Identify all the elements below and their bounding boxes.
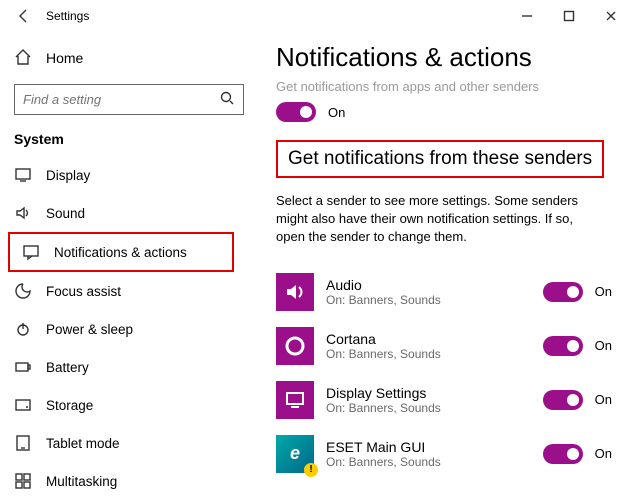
sidebar-item-notifications[interactable]: Notifications & actions bbox=[8, 232, 234, 272]
multitasking-icon bbox=[14, 472, 32, 490]
sender-name: Display Settings bbox=[326, 385, 531, 401]
prev-setting-label: Get notifications from apps and other se… bbox=[276, 79, 612, 94]
sender-toggle-audio[interactable] bbox=[543, 282, 583, 302]
sidebar-item-power-sleep[interactable]: Power & sleep bbox=[0, 310, 258, 348]
sender-toggle-cortana[interactable] bbox=[543, 336, 583, 356]
sidebar-item-label: Display bbox=[46, 168, 90, 183]
section-description: Select a sender to see more settings. So… bbox=[276, 192, 596, 247]
sidebar-item-battery[interactable]: Battery bbox=[0, 348, 258, 386]
battery-icon bbox=[14, 358, 32, 376]
display-settings-app-icon bbox=[276, 381, 314, 419]
page-title: Notifications & actions bbox=[276, 42, 612, 73]
sidebar-group-title: System bbox=[0, 125, 258, 157]
cortana-app-icon bbox=[276, 327, 314, 365]
sender-name: Audio bbox=[326, 277, 531, 293]
sidebar-item-label: Multitasking bbox=[46, 474, 117, 489]
sidebar-item-label: Focus assist bbox=[46, 284, 121, 299]
back-icon[interactable] bbox=[14, 8, 34, 24]
search-icon bbox=[219, 90, 235, 109]
home-nav[interactable]: Home bbox=[0, 40, 258, 76]
search-box[interactable] bbox=[14, 84, 244, 114]
sender-name: ESET Main GUI bbox=[326, 439, 531, 455]
focus-assist-icon bbox=[14, 282, 32, 300]
close-button[interactable] bbox=[590, 1, 632, 31]
sender-sub: On: Banners, Sounds bbox=[326, 347, 531, 361]
section-heading: Get notifications from these senders bbox=[288, 148, 592, 170]
master-toggle-state: On bbox=[328, 105, 345, 120]
master-notifications-toggle[interactable] bbox=[276, 102, 316, 122]
sidebar-item-label: Sound bbox=[46, 206, 85, 221]
sidebar-item-display[interactable]: Display bbox=[0, 157, 258, 195]
sidebar: Home System Display Sound Notificat bbox=[0, 32, 258, 500]
sidebar-item-label: Battery bbox=[46, 360, 89, 375]
home-label: Home bbox=[46, 50, 83, 66]
sender-sub: On: Banners, Sounds bbox=[326, 293, 531, 307]
sender-state: On bbox=[595, 446, 612, 461]
sound-icon bbox=[14, 204, 32, 222]
warning-badge-icon: ! bbox=[304, 463, 318, 477]
sender-row-eset[interactable]: e ! ESET Main GUI On: Banners, Sounds On bbox=[276, 427, 612, 481]
storage-icon bbox=[14, 396, 32, 414]
sender-name: Cortana bbox=[326, 331, 531, 347]
sender-toggle-eset[interactable] bbox=[543, 444, 583, 464]
sender-sub: On: Banners, Sounds bbox=[326, 401, 531, 415]
tablet-icon bbox=[14, 434, 32, 452]
content-pane: Notifications & actions Get notification… bbox=[258, 32, 632, 500]
window-title: Settings bbox=[34, 9, 89, 23]
sidebar-item-sound[interactable]: Sound bbox=[0, 194, 258, 232]
audio-app-icon bbox=[276, 273, 314, 311]
display-icon bbox=[14, 166, 32, 184]
section-heading-box: Get notifications from these senders bbox=[276, 140, 604, 178]
sender-sub: On: Banners, Sounds bbox=[326, 455, 531, 469]
sender-toggle-display-settings[interactable] bbox=[543, 390, 583, 410]
sidebar-item-storage[interactable]: Storage bbox=[0, 386, 258, 424]
sender-row-audio[interactable]: Audio On: Banners, Sounds On bbox=[276, 265, 612, 319]
power-icon bbox=[14, 320, 32, 338]
sender-row-cortana[interactable]: Cortana On: Banners, Sounds On bbox=[276, 319, 612, 373]
sidebar-item-tablet-mode[interactable]: Tablet mode bbox=[0, 424, 258, 462]
sender-state: On bbox=[595, 392, 612, 407]
home-icon bbox=[14, 48, 32, 69]
sidebar-item-label: Storage bbox=[46, 398, 93, 413]
sender-state: On bbox=[595, 338, 612, 353]
sidebar-item-focus-assist[interactable]: Focus assist bbox=[0, 272, 258, 310]
sidebar-item-label: Notifications & actions bbox=[54, 245, 187, 260]
minimize-button[interactable] bbox=[506, 1, 548, 31]
maximize-button[interactable] bbox=[548, 1, 590, 31]
sender-state: On bbox=[595, 284, 612, 299]
sidebar-item-label: Tablet mode bbox=[46, 436, 120, 451]
notifications-icon bbox=[22, 243, 40, 261]
sidebar-item-label: Power & sleep bbox=[46, 322, 133, 337]
eset-app-icon: e ! bbox=[276, 435, 314, 473]
search-input[interactable] bbox=[23, 92, 219, 107]
sidebar-item-multitasking[interactable]: Multitasking bbox=[0, 462, 258, 500]
sender-row-display-settings[interactable]: Display Settings On: Banners, Sounds On bbox=[276, 373, 612, 427]
